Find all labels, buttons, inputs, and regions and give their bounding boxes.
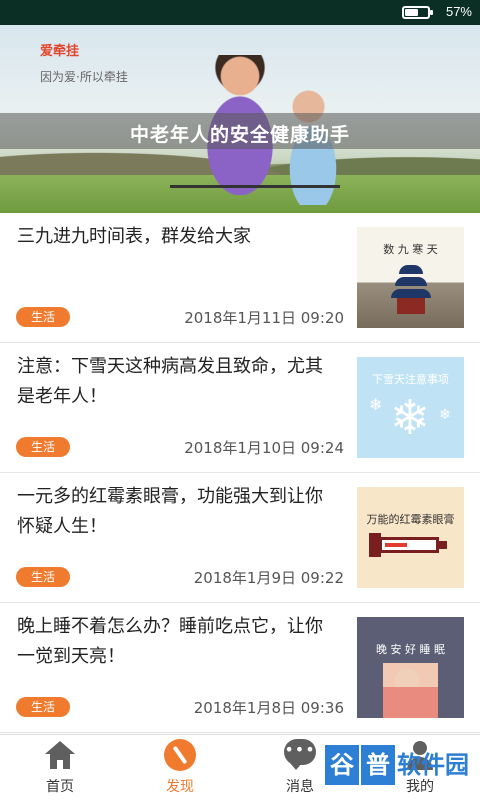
article-item[interactable]: 晚上睡不着怎么办？睡前吃点它，让你一觉到天亮！ 生活 2018年1月8日 09:… (0, 603, 480, 733)
hero-banner[interactable]: 爱牵挂 因为爱·所以牵挂 中老年人的安全健康助手 (0, 25, 480, 213)
banner-title: 中老年人的安全健康助手 (129, 124, 350, 146)
sleeping-person-image: 晚 安 好 睡 眠 (357, 617, 464, 718)
battery-level-fill (405, 9, 418, 16)
nav-label-discover: 发现 (166, 779, 194, 795)
article-date: 2018年1月8日 09:36 (193, 699, 344, 717)
article-date: 2018年1月9日 09:22 (193, 569, 344, 587)
thumbnail-caption: 数 九 寒 天 (383, 243, 438, 256)
article-item[interactable]: 一元多的红霉素眼膏，功能强大到让你怀疑人生！ 生活 2018年1月9日 09:2… (0, 473, 480, 603)
thumbnail-caption: 万能的红霉素眼膏 (366, 513, 455, 526)
article-date: 2018年1月11日 09:20 (184, 309, 344, 327)
ointment-tube-image: 万能的红霉素眼膏 (357, 487, 464, 588)
nav-tab-home[interactable]: 首页 (0, 735, 120, 800)
nav-tab-discover[interactable]: 发现 (120, 735, 240, 800)
article-item[interactable]: 三九进九时间表，群发给大家 生活 2018年1月11日 09:20 数 九 寒 … (0, 213, 480, 343)
snowflake-icon: ❄ (369, 395, 383, 414)
nav-label-home: 首页 (46, 779, 74, 795)
snowflake-image: 下雪天注意事项 ❄ ❄ ❄ (357, 357, 464, 458)
tube-tip-icon (439, 541, 447, 549)
temple-of-heaven-image: 数 九 寒 天 (357, 227, 464, 328)
home-icon (44, 741, 76, 771)
category-tag: 生活 (16, 567, 70, 587)
brand-slogan: 因为爱·所以牵挂 (40, 70, 128, 84)
blanket-icon (383, 687, 438, 718)
category-tag: 生活 (16, 437, 70, 457)
article-title: 晚上睡不着怎么办？睡前吃点它，让你一觉到天亮！ (17, 616, 323, 667)
article-date: 2018年1月10日 09:24 (184, 439, 344, 457)
article-title: 注意：下雪天这种病高发且致命，尤其是老年人！ (17, 356, 323, 407)
banner-bicycle (170, 185, 340, 213)
site-watermark: 谷 普 软件园 (325, 745, 475, 785)
ointment-tube-icon (379, 537, 439, 553)
thumbnail-caption: 下雪天注意事项 (372, 373, 449, 386)
brand-logo: 爱牵挂 (40, 44, 80, 59)
category-tag: 生活 (16, 307, 70, 327)
battery-percent: 57% (445, 4, 472, 19)
sleeper-head-icon (395, 669, 419, 689)
category-tag: 生活 (16, 697, 70, 717)
status-bar: 57% (0, 0, 480, 25)
thumbnail-caption: 晚 安 好 睡 眠 (376, 643, 445, 656)
article-item[interactable]: 注意：下雪天这种病高发且致命，尤其是老年人！ 生活 2018年1月10日 09:… (0, 343, 480, 473)
watermark-char: 谷 (325, 745, 359, 785)
watermark-text: 软件园 (397, 751, 469, 779)
article-title: 三九进九时间表，群发给大家 (17, 226, 251, 247)
watermark-char: 普 (361, 745, 395, 785)
compass-icon (164, 739, 196, 771)
snowflake-icon: ❄ (389, 390, 431, 446)
article-title: 一元多的红霉素眼膏，功能强大到让你怀疑人生！ (17, 486, 323, 537)
snowflake-icon: ❄ (439, 407, 451, 423)
temple-icon (391, 265, 431, 317)
message-icon: ••• (284, 739, 316, 770)
battery-icon (402, 6, 433, 19)
